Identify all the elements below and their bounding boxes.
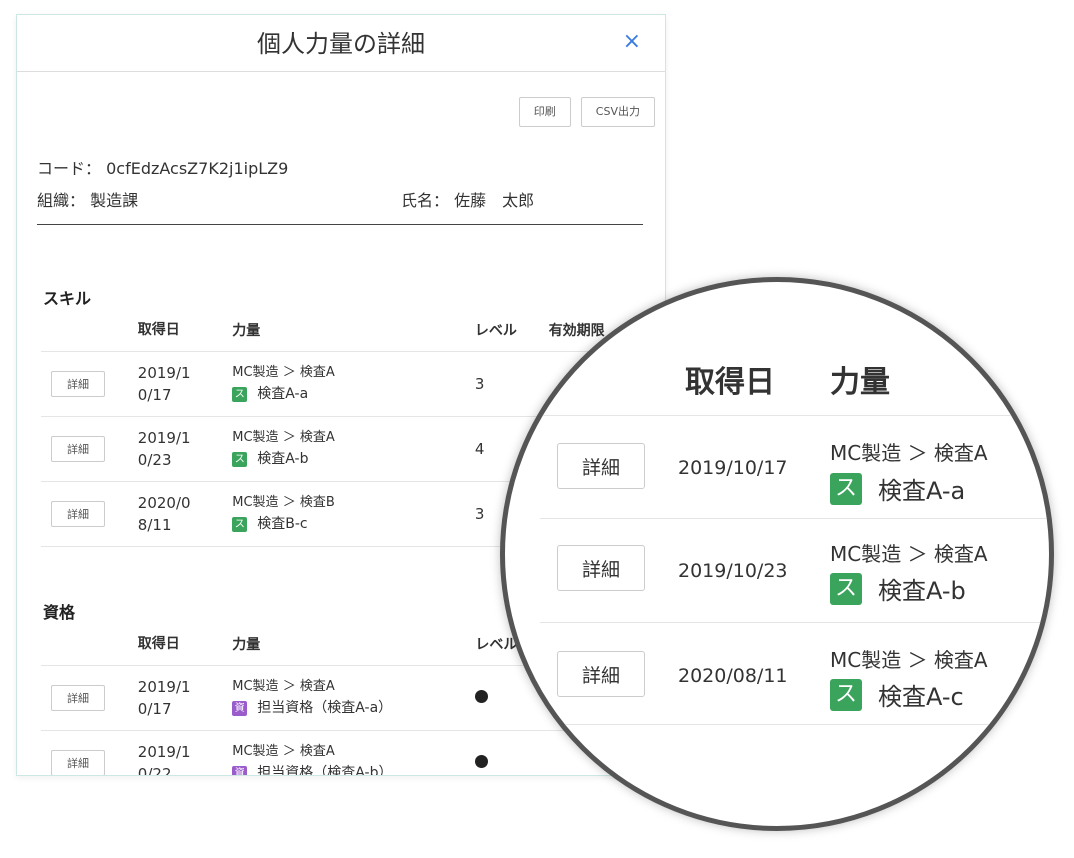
qualification-badge-icon: 資 [232,765,248,775]
csv-export-button[interactable]: CSV出力 [580,97,655,127]
org-value: 製造課 [90,191,139,210]
detail-button[interactable]: 詳細 [557,545,645,591]
person-info: コード： 0cfEdzAcsZ7K2j1ipLZ9 組織： 製造課 氏名： 佐藤… [37,155,647,219]
column-header [41,623,138,666]
toolbar: 印刷 CSV出力 [518,97,655,127]
acquired-date: 2019/1 [137,429,191,447]
acquired-date: 2019/10/17 [678,457,788,479]
magnifier-header-skill: 力量 [830,365,890,400]
name-value: 佐藤 太郎 [454,191,535,210]
skill-badge-icon: ス [830,678,862,711]
detail-button[interactable]: 詳細 [557,443,645,489]
detail-button[interactable]: 詳細 [51,501,105,527]
acquired-date: 0/17 [137,700,172,718]
divider [37,224,643,225]
row-divider [540,622,1049,623]
column-header: 取得日 [137,636,180,652]
acquired-date: 2020/08/11 [678,665,788,687]
column-header [41,309,138,352]
skill-name: 検査A-a [257,386,309,402]
skill-name: 検査A-a [878,477,966,505]
acquired-date: 8/11 [137,516,172,534]
qualification-name: 担当資格（検査A-a） [257,700,393,716]
skill-path: MC製造 ＞ 検査A [830,542,988,566]
column-header: 取得日 [137,322,180,338]
skill-path: MC製造 ＞ 検査A [830,648,988,672]
column-header: 力量 [232,637,261,653]
row-divider [540,518,1049,519]
skill-badge-icon: ス [232,386,248,402]
magnifier-callout: 取得日 力量 詳細 2019/10/17 MC製造 ＞ 検査A ス検査A-a 詳… [500,277,1054,831]
magnifier-header-date: 取得日 [685,365,775,400]
name-label: 氏名： [401,191,450,210]
level-dot-icon [475,755,489,768]
row-divider [540,415,1049,416]
qualifications-section-title: 資格 [43,603,76,622]
skill-path: MC製造 ＞ 検査A [232,365,335,380]
skill-path: MC製造 ＞ 検査A [232,744,335,759]
detail-button[interactable]: 詳細 [51,436,105,462]
detail-button[interactable]: 詳細 [51,750,105,775]
code-value: 0cfEdzAcsZ7K2j1ipLZ9 [106,159,289,178]
skill-path: MC製造 ＞ 検査A [232,679,335,694]
print-button[interactable]: 印刷 [518,97,571,127]
acquired-date: 2019/1 [137,364,191,382]
skill-path: MC製造 ＞ 検査A [830,441,988,465]
skill-name: 検査A-b [257,451,309,467]
qualification-badge-icon: 資 [232,700,248,716]
org-label: 組織： [37,191,86,210]
skill-badge-icon: ス [232,516,248,532]
detail-button[interactable]: 詳細 [51,371,105,397]
detail-button[interactable]: 詳細 [557,651,645,697]
skill-name: 検査A-c [878,683,964,711]
acquired-date: 2019/1 [137,678,191,696]
close-icon[interactable]: × [623,29,641,54]
modal-header: 個人力量の詳細 × [17,15,665,72]
skill-path: MC製造 ＞ 検査A [232,430,335,445]
code-label: コード： [37,159,102,178]
detail-button[interactable]: 詳細 [51,685,105,711]
skill-name: 検査A-b [878,577,966,605]
row-divider [540,724,1049,725]
column-header: 力量 [232,323,261,339]
skill-name: 検査B-c [257,516,308,532]
skill-badge-icon: ス [830,472,862,505]
skills-section-title: スキル [43,289,92,308]
acquired-date: 0/23 [137,451,172,469]
modal-title: 個人力量の詳細 [257,30,425,58]
acquired-date: 0/22 [137,765,172,776]
acquired-date: 2019/10/23 [678,560,788,582]
qualification-name: 担当資格（検査A-b） [257,765,393,776]
skill-badge-icon: ス [830,572,862,605]
acquired-date: 2019/1 [137,743,191,761]
acquired-date: 2020/0 [137,494,191,512]
level-dot-icon [475,690,489,703]
acquired-date: 0/17 [137,386,172,404]
skill-badge-icon: ス [232,451,248,467]
skill-path: MC製造 ＞ 検査B [232,495,335,510]
